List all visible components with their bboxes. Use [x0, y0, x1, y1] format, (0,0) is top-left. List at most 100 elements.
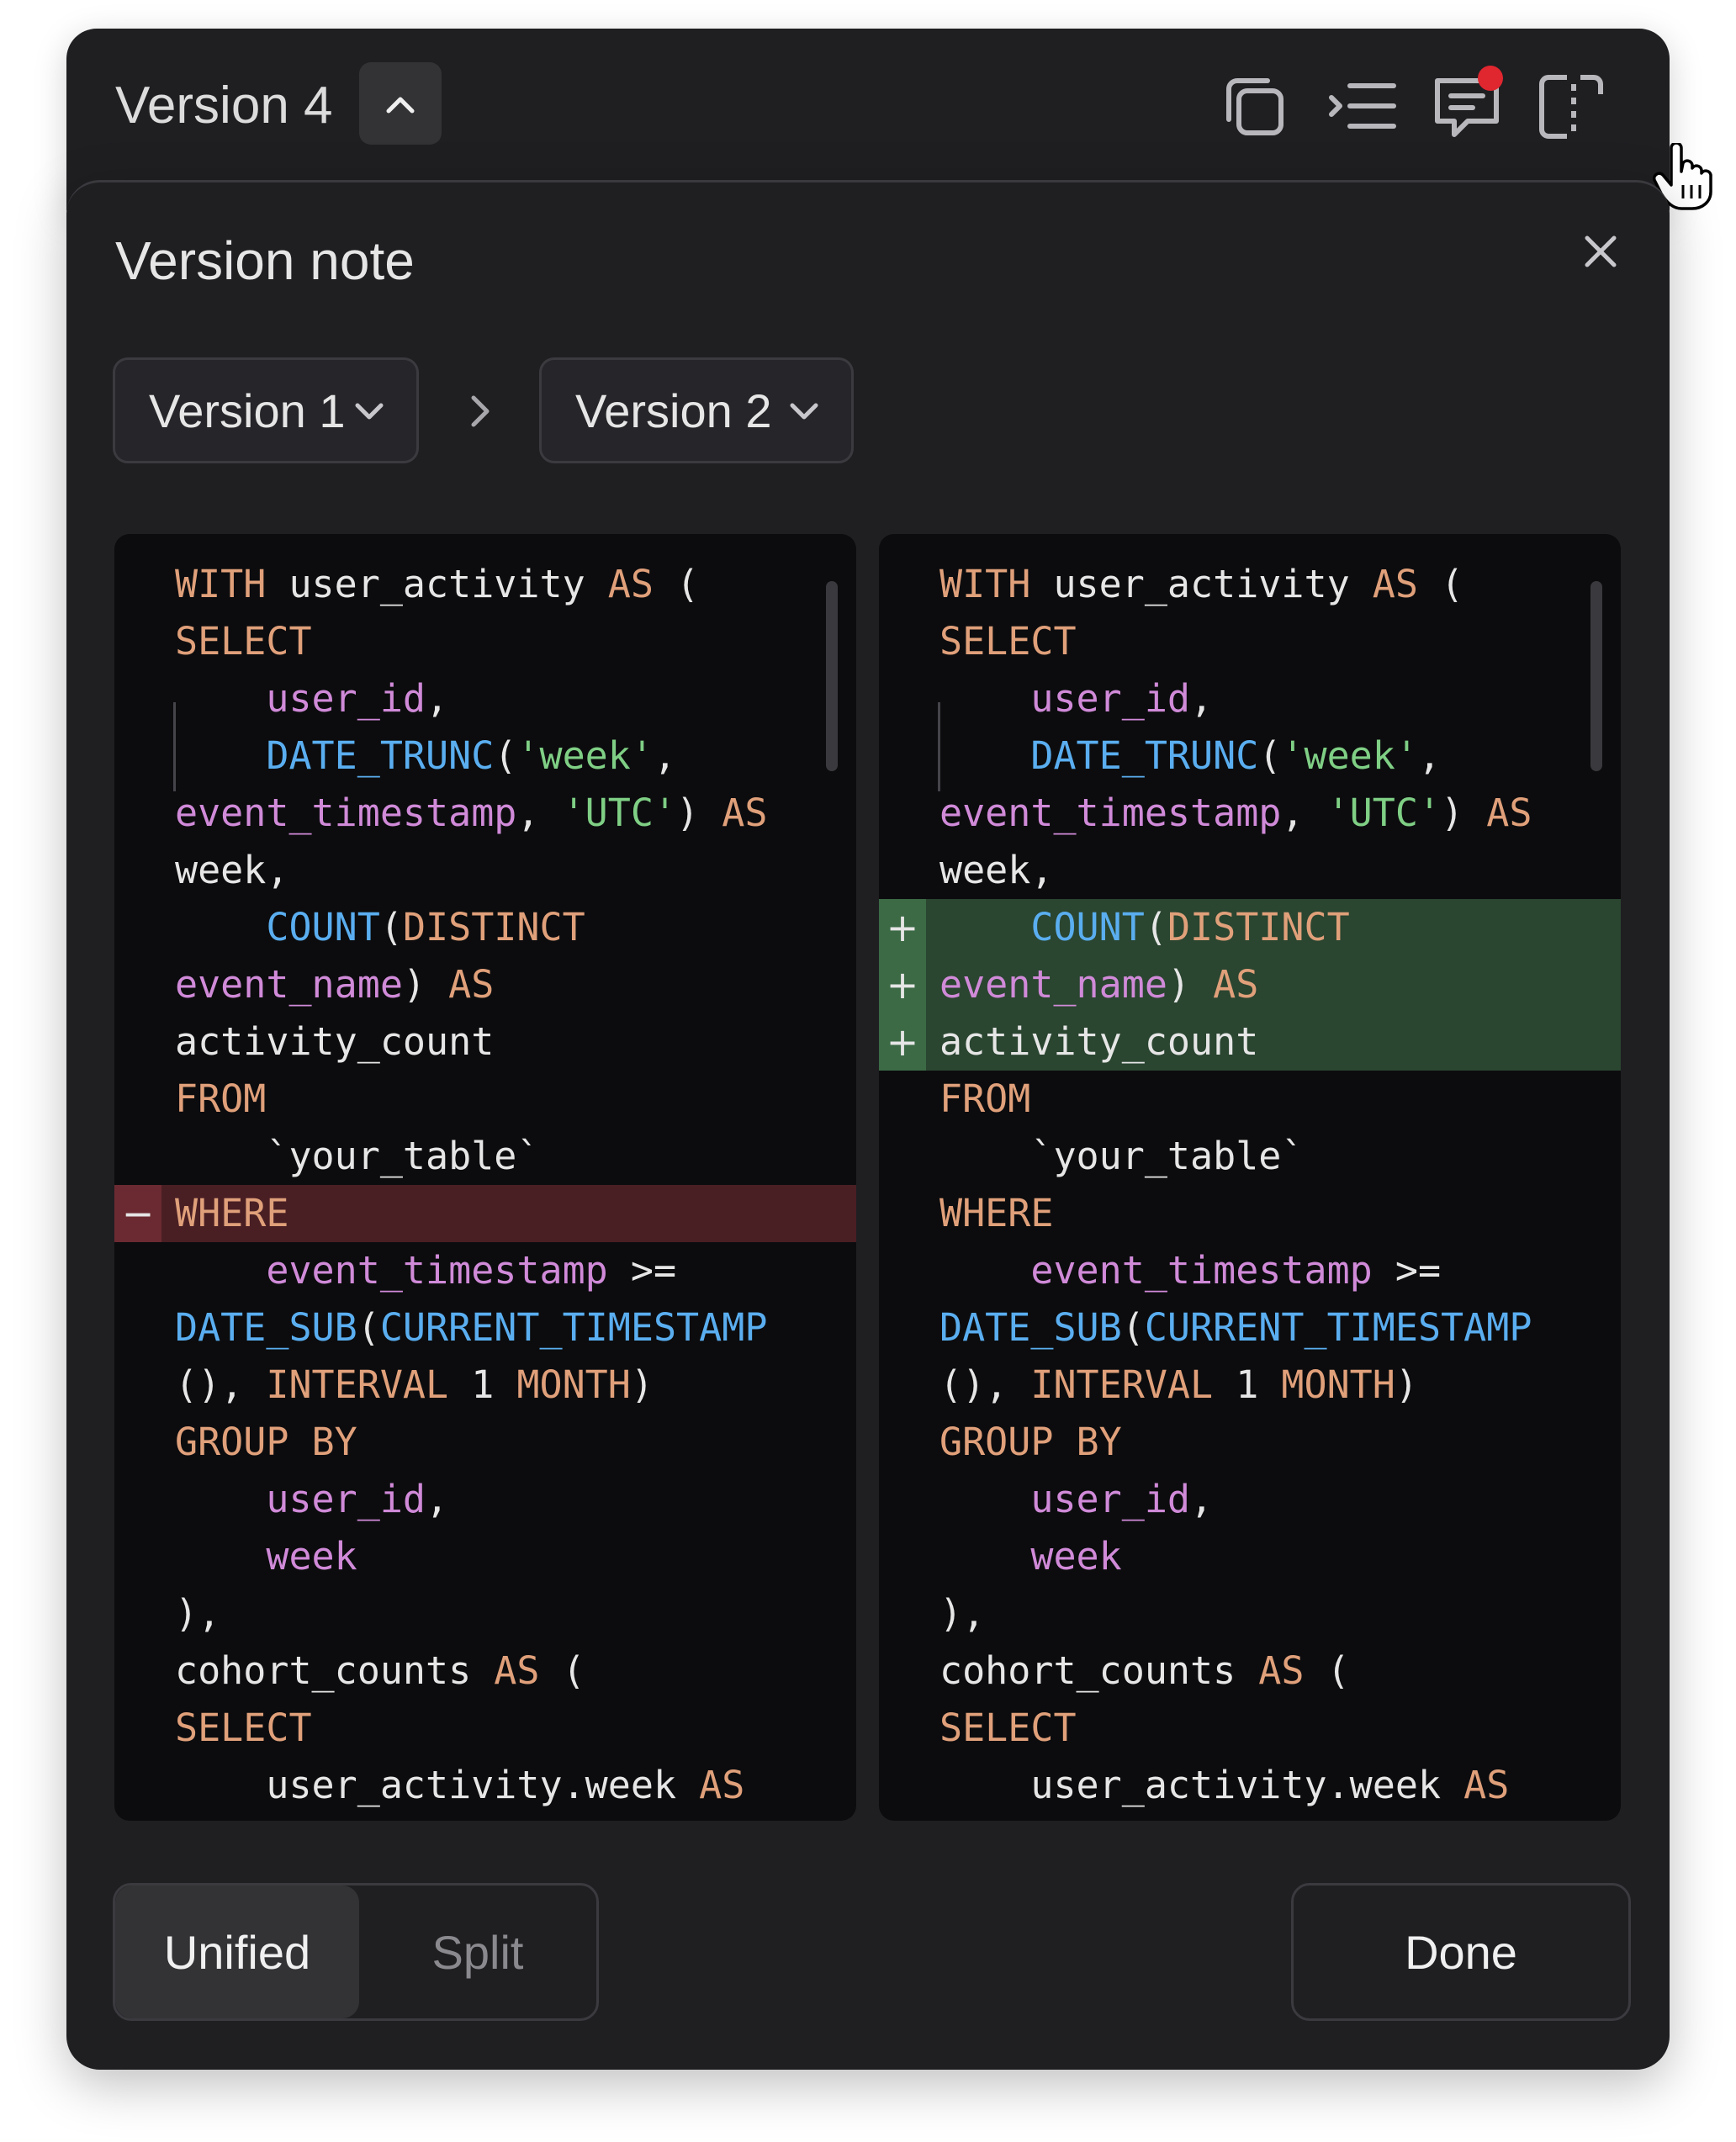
- code-token: AS: [1258, 1648, 1305, 1693]
- code-token: ): [676, 791, 722, 835]
- code-token: (: [1258, 733, 1282, 778]
- code-token: WHERE: [175, 1191, 289, 1235]
- collapse-version-button[interactable]: [359, 62, 442, 145]
- code-line: week,: [879, 842, 1621, 899]
- code-token: (: [379, 905, 403, 949]
- code-text: event_timestamp, 'UTC') AS: [175, 785, 767, 842]
- code-token: (: [494, 733, 517, 778]
- current-version-title: Version 4: [115, 77, 333, 135]
- code-text: DATE_TRUNC('week',: [939, 727, 1441, 785]
- code-token: MONTH: [1281, 1362, 1395, 1407]
- code-line: ),: [879, 1585, 1621, 1642]
- code-token: user_id: [1030, 1477, 1191, 1521]
- code-line: DATE_TRUNC('week',: [879, 727, 1621, 785]
- code-line: WHERE: [879, 1185, 1621, 1242]
- code-token: 'UTC': [1326, 791, 1442, 835]
- code-token: ,: [1281, 791, 1327, 835]
- code-token: week,: [175, 848, 289, 892]
- close-icon[interactable]: [1575, 226, 1626, 277]
- code-token: AS: [699, 1763, 745, 1807]
- code-line: WITH user_activity AS (: [114, 556, 856, 613]
- code-text: week: [939, 1528, 1122, 1585]
- code-line: SELECT: [114, 613, 856, 670]
- code-text: user_activity.week AS: [175, 1757, 744, 1814]
- chevron-down-icon: [355, 403, 384, 420]
- done-button[interactable]: Done: [1291, 1883, 1631, 2021]
- code-token: DISTINCT: [1167, 905, 1350, 949]
- outline-icon[interactable]: [1325, 69, 1400, 145]
- code-text: user_id,: [175, 670, 448, 727]
- code-token: (: [1144, 905, 1167, 949]
- code-text: event_timestamp >=: [175, 1242, 676, 1299]
- code-text: activity_count: [939, 1013, 1258, 1071]
- code-token: SELECT: [175, 619, 312, 664]
- code-line: user_id,: [114, 1471, 856, 1528]
- select-icon[interactable]: [1533, 69, 1609, 145]
- code-line: cohort_counts AS (: [114, 1642, 856, 1700]
- code-text: user_id,: [939, 1471, 1213, 1528]
- code-line: week: [879, 1528, 1621, 1585]
- code-token: user_id: [266, 1477, 426, 1521]
- code-token: ),: [175, 1591, 221, 1636]
- code-token: DISTINCT: [402, 905, 585, 949]
- code-line: ),: [114, 1585, 856, 1642]
- code-token: 1: [448, 1362, 517, 1407]
- code-token: ): [630, 1362, 654, 1407]
- diff-pane-old[interactable]: WITH user_activity AS ( SELECT user_id, D…: [114, 534, 856, 1821]
- code-token: cohort_counts: [175, 1648, 495, 1693]
- code-text: FROM: [175, 1071, 266, 1128]
- code-token: cohort_counts: [939, 1648, 1259, 1693]
- code-token: ,: [1417, 733, 1442, 778]
- code-token: user_activity: [1030, 562, 1373, 606]
- code-token: event_timestamp: [266, 1248, 608, 1293]
- code-token: week: [1030, 1534, 1122, 1579]
- code-text: COUNT(DISTINCT: [175, 899, 585, 956]
- code-text: week: [175, 1528, 357, 1585]
- code-line: (), INTERVAL 1 MONTH): [114, 1357, 856, 1414]
- code-line: event_timestamp >=: [114, 1242, 856, 1299]
- diff-pane-new[interactable]: WITH user_activity AS (SELECT user_id, D…: [879, 534, 1621, 1821]
- from-version-select[interactable]: Version 1: [113, 357, 419, 463]
- code-token: FROM: [175, 1076, 267, 1121]
- unified-view-button[interactable]: Unified: [115, 1885, 359, 2018]
- code-token: ,: [1190, 1477, 1214, 1521]
- code-line: event_timestamp >=: [879, 1242, 1621, 1299]
- code-token: 'week': [516, 733, 654, 778]
- to-version-select[interactable]: Version 2: [539, 357, 854, 463]
- code-token: (: [1121, 1305, 1145, 1350]
- code-token: 'UTC': [562, 791, 677, 835]
- code-text: (), INTERVAL 1 MONTH): [939, 1357, 1418, 1414]
- code-token: DATE_SUB: [175, 1305, 357, 1350]
- code-line: WITH user_activity AS (: [879, 556, 1621, 613]
- code-token: (),: [175, 1362, 267, 1407]
- code-token: DATE_TRUNC: [1030, 733, 1259, 778]
- code-text: cohort_counts AS (: [939, 1642, 1350, 1700]
- code-token: activity_count: [939, 1019, 1259, 1064]
- code-token: CURRENT_TIMESTAMP: [1144, 1305, 1532, 1350]
- code-line: user_id,: [114, 670, 856, 727]
- code-token: user_id: [266, 676, 426, 721]
- view-mode-toggle: Unified Split: [113, 1883, 599, 2021]
- code-text: cohort_counts AS (: [175, 1642, 585, 1700]
- code-token: week,: [939, 848, 1054, 892]
- added-marker: +: [879, 956, 926, 1013]
- code-token: user_activity.week: [175, 1763, 700, 1807]
- code-text: WITH user_activity AS (: [939, 556, 1463, 613]
- code-line: event_name) AS: [114, 956, 856, 1013]
- code-token: AS: [1486, 791, 1532, 835]
- code-text: DATE_TRUNC('week',: [175, 727, 676, 785]
- code-text: user_id,: [939, 670, 1213, 727]
- code-line: SELECT: [114, 1700, 856, 1757]
- code-text: DATE_SUB(CURRENT_TIMESTAMP: [939, 1299, 1532, 1357]
- copy-icon[interactable]: [1217, 69, 1293, 145]
- code-text: SELECT: [939, 613, 1077, 670]
- split-view-button[interactable]: Split: [359, 1885, 596, 2018]
- code-token: AS: [607, 562, 654, 606]
- code-token: `your_table`: [175, 1134, 540, 1178]
